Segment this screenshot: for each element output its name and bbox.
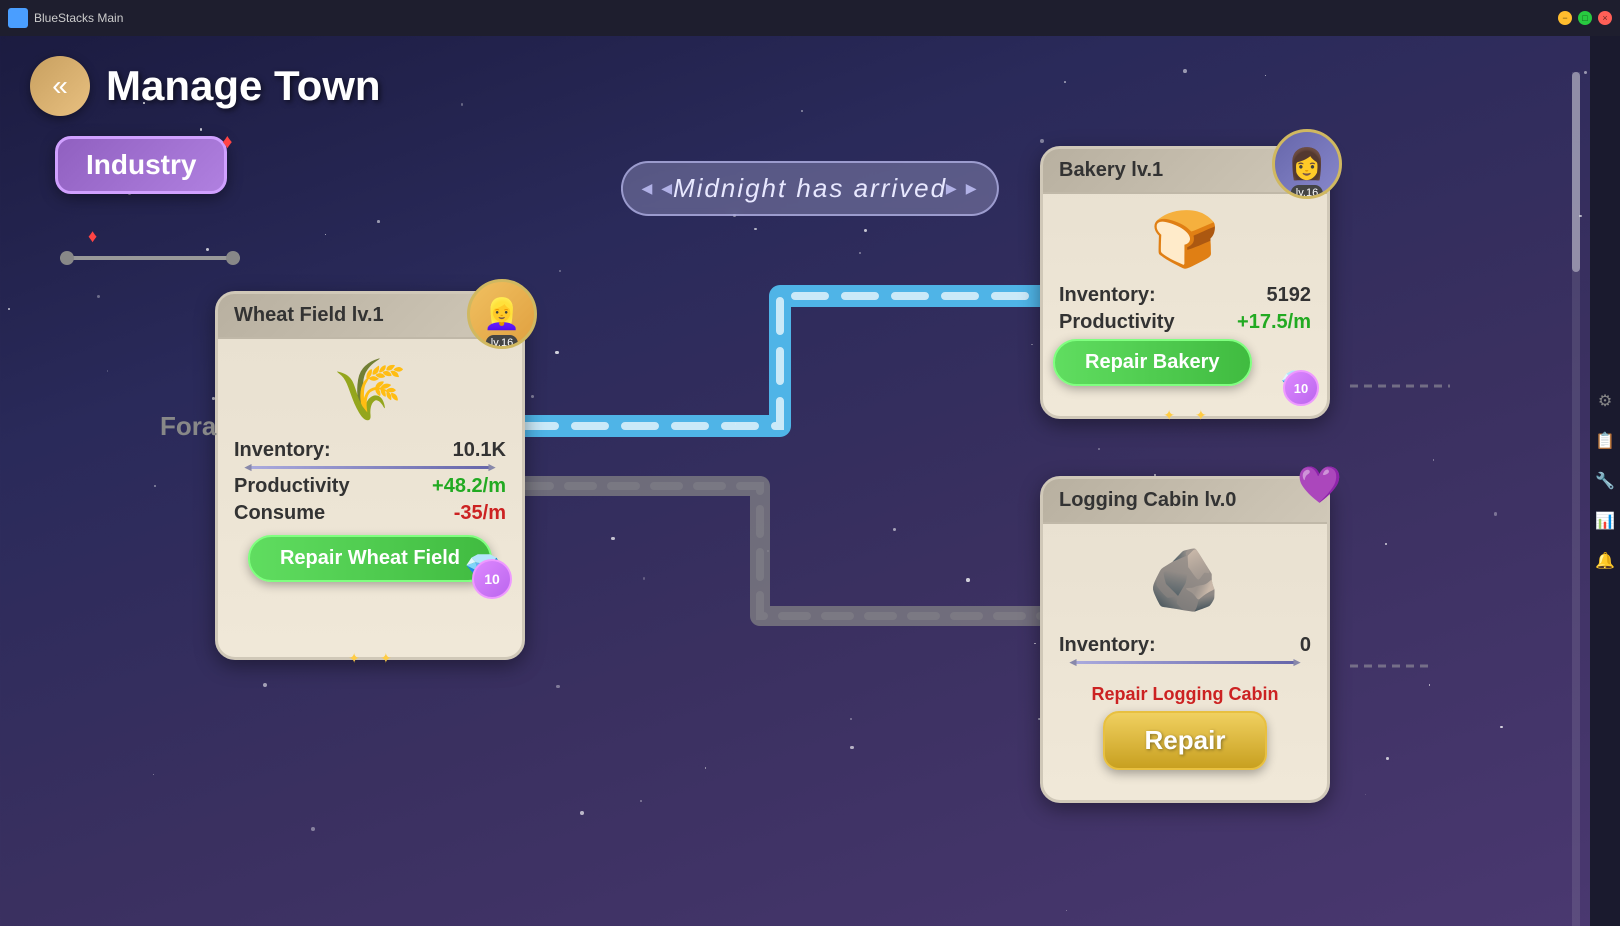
logging-inventory-bar — [1075, 661, 1295, 664]
bakery-repair-cost: 10 — [1283, 370, 1319, 406]
repair-logging-text: Repair Logging Cabin — [1043, 678, 1327, 711]
wheat-card-stars: ✦ ✦ — [348, 650, 391, 667]
fora-name: Fora — [160, 411, 216, 442]
wheat-repair-section: Repair Wheat Field 💎 10 — [218, 537, 522, 597]
wheat-star-right: ✦ — [380, 650, 392, 667]
page-title: Manage Town — [106, 62, 381, 110]
fora-slider[interactable] — [60, 256, 240, 260]
bakery-card-avatar: 👩 lv.16 — [1272, 129, 1342, 199]
right-sidebar: ⚙ 📋 🔧 📊 🔔 — [1590, 36, 1620, 926]
sidebar-icon-5[interactable]: 🔔 — [1595, 551, 1615, 571]
midnight-text: Midnight has arrived — [673, 173, 947, 203]
sidebar-icon-2[interactable]: 📋 — [1595, 431, 1615, 451]
wheat-consume-label: Consume — [234, 502, 325, 525]
repair-bakery-button[interactable]: Repair Bakery — [1053, 339, 1252, 386]
wheat-inventory-value: 10.1K — [453, 439, 506, 462]
bakery-inventory-value: 5192 — [1267, 284, 1312, 307]
banner-arrow-left: ◄◄ — [638, 178, 678, 199]
wheat-card-title: Wheat Field lv.1 — [234, 304, 384, 326]
banner-arrow-right: ►► — [942, 178, 982, 199]
repair-wheat-button[interactable]: Repair Wheat Field — [248, 535, 492, 582]
fora-diamond-icon: ♦ — [88, 226, 97, 247]
wheat-star-left: ✦ — [348, 650, 360, 667]
logging-inventory-row: Inventory: 0 — [1059, 634, 1311, 657]
bakery-icon: 🍞 — [1151, 207, 1219, 272]
scrollbar[interactable] — [1572, 72, 1580, 926]
logging-purple-gem: 💜 — [1297, 464, 1342, 506]
repair-wheat-label: Repair Wheat Field — [280, 547, 460, 569]
game-area: « Manage Town Industry ♦ Fora ♦ ◄◄ Midni… — [0, 36, 1620, 926]
logging-card-stats: Inventory: 0 — [1043, 634, 1327, 678]
bakery-star-left: ✦ — [1163, 407, 1175, 424]
wheat-consume-value: -35/m — [454, 502, 506, 525]
maximize-button[interactable]: □ — [1578, 11, 1592, 25]
wheat-productivity-value: +48.2/m — [432, 475, 506, 498]
bakery-avatar-level: lv.16 — [1291, 185, 1323, 199]
bakery-productivity-value: +17.5/m — [1237, 311, 1311, 334]
industry-diamond-icon: ♦ — [222, 131, 232, 154]
logging-inventory-label: Inventory: — [1059, 634, 1156, 657]
bakery-inventory-label: Inventory: — [1059, 284, 1156, 307]
app-logo — [8, 8, 28, 28]
bakery-card-icon: 🍞 — [1043, 194, 1327, 284]
sidebar-icon-3[interactable]: 🔧 — [1595, 471, 1615, 491]
back-icon: « — [52, 70, 68, 102]
logging-inventory-value: 0 — [1300, 634, 1311, 657]
bakery-card[interactable]: Bakery lv.1 👩 lv.16 🍞 Inventory: 5192 Pr… — [1040, 146, 1330, 419]
repair-bakery-label: Repair Bakery — [1085, 351, 1220, 373]
scrollbar-thumb[interactable] — [1572, 72, 1580, 272]
bakery-star-right: ✦ — [1195, 407, 1207, 424]
wheat-productivity-label: Productivity — [234, 475, 350, 498]
bakery-repair-section: Repair Bakery 💎 10 — [1043, 346, 1327, 401]
industry-label: Industry — [86, 149, 196, 180]
title-bar: BlueStacks Main − □ × — [0, 0, 1620, 36]
sidebar-icon-4[interactable]: 📊 — [1595, 511, 1615, 531]
bakery-card-stars: ✦ ✦ — [1163, 407, 1206, 424]
minimize-button[interactable]: − — [1558, 11, 1572, 25]
wheat-card-icon: 🌾 — [218, 339, 522, 439]
logging-card-icon: 🪨 — [1043, 524, 1327, 634]
logging-card-header: Logging Cabin lv.0 — [1043, 479, 1327, 524]
page-header: « Manage Town — [30, 56, 381, 116]
wheat-icon: 🌾 — [333, 354, 408, 425]
back-button[interactable]: « — [30, 56, 90, 116]
wheat-field-card[interactable]: Wheat Field lv.1 👱‍♀️ lv.16 🌾 Inventory:… — [215, 291, 525, 660]
sidebar-icon-1[interactable]: ⚙ — [1598, 391, 1612, 411]
bakery-productivity-row: Productivity +17.5/m — [1059, 311, 1311, 334]
wheat-inventory-label: Inventory: — [234, 439, 331, 462]
app-name: BlueStacks Main — [34, 11, 123, 25]
logging-card-title: Logging Cabin lv.0 — [1059, 489, 1236, 511]
wheat-repair-cost: 10 — [472, 559, 512, 599]
wheat-inventory-row: Inventory: 10.1K — [234, 439, 506, 462]
midnight-banner: ◄◄ Midnight has arrived ►► — [621, 161, 999, 216]
repair-logging-label: Repair — [1145, 725, 1226, 755]
logging-icon: 🪨 — [1148, 544, 1223, 615]
wheat-inventory-bar — [250, 466, 490, 469]
wheat-avatar-level: lv.16 — [486, 335, 518, 349]
bakery-card-stats: Inventory: 5192 Productivity +17.5/m — [1043, 284, 1327, 346]
bakery-productivity-label: Productivity — [1059, 311, 1175, 334]
bakery-card-title: Bakery lv.1 — [1059, 159, 1163, 181]
wheat-card-avatar: 👱‍♀️ lv.16 — [467, 279, 537, 349]
logging-cabin-card[interactable]: Logging Cabin lv.0 💜 🪨 Inventory: 0 Repa… — [1040, 476, 1330, 803]
close-button[interactable]: × — [1598, 11, 1612, 25]
industry-button[interactable]: Industry ♦ — [55, 136, 227, 194]
wheat-consume-row: Consume -35/m — [234, 502, 506, 525]
bakery-inventory-row: Inventory: 5192 — [1059, 284, 1311, 307]
repair-logging-button[interactable]: Repair — [1103, 711, 1268, 770]
wheat-card-stats: Inventory: 10.1K Productivity +48.2/m Co… — [218, 439, 522, 537]
wheat-productivity-row: Productivity +48.2/m — [234, 475, 506, 498]
window-controls[interactable]: − □ × — [1558, 11, 1612, 25]
